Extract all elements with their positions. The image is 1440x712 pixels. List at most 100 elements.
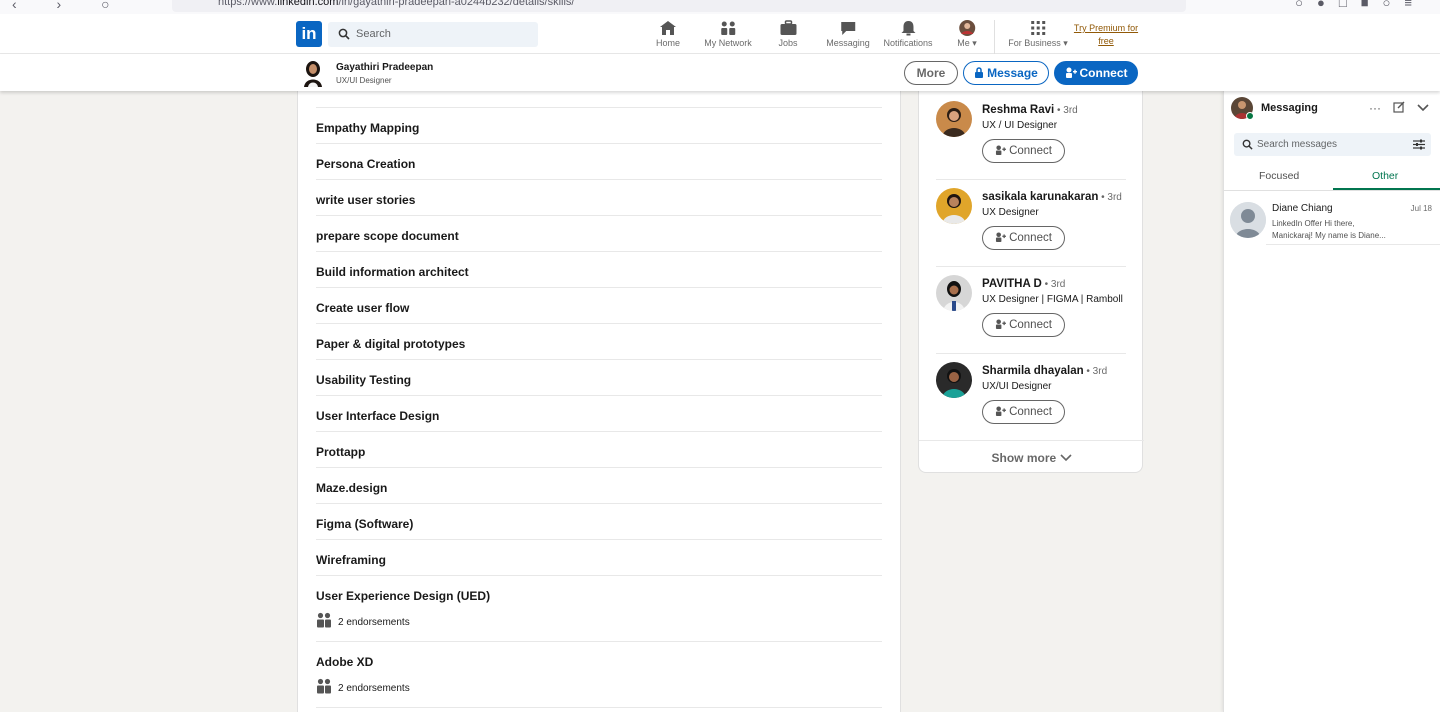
connection-degree: • 3rd bbox=[1054, 105, 1078, 116]
preview-line-1: LinkedIn Offer Hi there, bbox=[1272, 219, 1355, 228]
skill-row[interactable]: Maze.design bbox=[316, 468, 882, 504]
nav-jobs[interactable]: Jobs bbox=[778, 18, 798, 48]
people-icon bbox=[317, 678, 331, 694]
people-suggestions-card: Reshma Ravi • 3rd UX / UI Designer Conne… bbox=[918, 91, 1144, 473]
filter-icon[interactable] bbox=[1413, 139, 1425, 150]
skill-row[interactable]: Prottapp bbox=[316, 432, 882, 468]
nav-for-business[interactable]: For Business ▾ bbox=[1008, 18, 1068, 49]
nav-my-network[interactable]: My Network bbox=[704, 18, 752, 48]
skill-name: Prottapp bbox=[316, 445, 366, 459]
active-tab-indicator bbox=[1333, 188, 1440, 190]
nav-label-business: For Business bbox=[1008, 38, 1061, 48]
skill-name: prepare scope document bbox=[316, 229, 459, 243]
connect-button[interactable]: Connect bbox=[1054, 61, 1138, 85]
person-connect-button[interactable]: Connect bbox=[982, 400, 1065, 424]
show-more-label: Show more bbox=[991, 451, 1057, 465]
add-person-icon bbox=[996, 232, 1007, 242]
chevron-down-icon[interactable] bbox=[1417, 104, 1429, 112]
search-messages-input[interactable]: Search messages bbox=[1234, 133, 1431, 156]
add-person-icon bbox=[996, 145, 1007, 155]
endorsement-count[interactable]: 2 endorsements bbox=[316, 612, 410, 628]
skill-row[interactable]: write user stories bbox=[316, 180, 882, 216]
divider bbox=[936, 179, 1126, 180]
add-person-icon bbox=[1065, 67, 1077, 78]
search-icon bbox=[1242, 139, 1253, 150]
nav-messaging[interactable]: Messaging bbox=[826, 18, 870, 48]
nav-home[interactable]: Home bbox=[656, 18, 680, 48]
skill-name: Adobe XD bbox=[316, 655, 374, 669]
nav-label-me: Me bbox=[957, 38, 970, 48]
messaging-icon bbox=[841, 22, 855, 35]
url-path: /in/gayathiri-pradeepan-a0244b232/detail… bbox=[338, 0, 575, 8]
skill-row[interactable]: Wireframing bbox=[316, 540, 882, 576]
messaging-header[interactable]: Messaging ··· bbox=[1224, 91, 1440, 125]
messaging-tabs: Focused Other bbox=[1224, 165, 1440, 191]
profile-headline: UX/UI Designer bbox=[336, 76, 392, 85]
skill-row[interactable]: Persona Creation bbox=[316, 144, 882, 180]
skill-row[interactable]: Figma (Software) bbox=[316, 504, 882, 540]
person-name[interactable]: PAVITHA D • 3rd bbox=[982, 278, 1065, 290]
person-name[interactable]: sasikala karunakaran • 3rd bbox=[982, 191, 1122, 203]
skill-name: Empathy Mapping bbox=[316, 121, 420, 135]
linkedin-logo[interactable]: in bbox=[296, 21, 322, 47]
person-name[interactable]: Reshma Ravi • 3rd bbox=[982, 104, 1078, 116]
grid-icon bbox=[1031, 21, 1045, 35]
me-avatar-icon bbox=[958, 20, 975, 36]
tab-focused[interactable]: Focused bbox=[1259, 170, 1299, 182]
search-messages-placeholder: Search messages bbox=[1257, 139, 1338, 150]
skill-row[interactable]: Usability Testing bbox=[316, 360, 882, 396]
browser-nav-buttons[interactable]: ‹ › ○ bbox=[12, 0, 128, 12]
connection-degree: • 3rd bbox=[1041, 279, 1066, 290]
person-connect-button[interactable]: Connect bbox=[982, 226, 1065, 250]
search-input[interactable]: Search bbox=[328, 22, 538, 47]
browser-extension-icons[interactable]: ○●□■○≡ bbox=[1295, 0, 1426, 10]
person-name[interactable]: Sharmila dhayalan • 3rd bbox=[982, 365, 1107, 377]
conversation-item[interactable]: Diane Chiang Jul 18 LinkedIn Offer Hi th… bbox=[1224, 194, 1440, 245]
skill-name: Figma (Software) bbox=[316, 517, 414, 531]
show-more-button[interactable]: Show more bbox=[919, 440, 1144, 472]
premium-line-2: free bbox=[1098, 36, 1114, 46]
connect-label: Connect bbox=[1009, 406, 1052, 418]
skill-row[interactable]: Create user flow bbox=[316, 288, 882, 324]
more-button[interactable]: More bbox=[904, 61, 958, 85]
skill-name: User Interface Design bbox=[316, 409, 440, 423]
person-avatar[interactable] bbox=[936, 101, 972, 137]
compose-icon[interactable] bbox=[1393, 101, 1405, 113]
profile-name: Gayathiri Pradeepan bbox=[336, 62, 434, 73]
nav-notifications[interactable]: Notifications bbox=[883, 18, 933, 48]
person-connect-button[interactable]: Connect bbox=[982, 313, 1065, 337]
online-status-dot bbox=[1246, 112, 1254, 120]
message-button[interactable]: Message bbox=[963, 61, 1049, 85]
address-bar[interactable]: https://www.linkedin.com/in/gayathiri-pr… bbox=[172, 0, 1186, 12]
skill-row[interactable]: Empathy Mapping bbox=[316, 108, 882, 144]
tab-other[interactable]: Other bbox=[1372, 170, 1398, 182]
person-connect-button[interactable]: Connect bbox=[982, 139, 1065, 163]
more-options-icon[interactable]: ··· bbox=[1369, 101, 1381, 115]
person-headline: UX / UI Designer bbox=[982, 120, 1058, 131]
browser-toolbar: ‹ › ○ https://www.linkedin.com/in/gayath… bbox=[0, 0, 1440, 14]
person-name-text: Sharmila dhayalan bbox=[982, 365, 1084, 377]
message-label: Message bbox=[987, 66, 1038, 80]
nav-me[interactable]: Me ▾ bbox=[957, 18, 977, 49]
person-avatar[interactable] bbox=[936, 362, 972, 398]
search-placeholder: Search bbox=[356, 28, 391, 40]
person-avatar[interactable] bbox=[936, 188, 972, 224]
person-avatar[interactable] bbox=[936, 275, 972, 311]
try-premium-link[interactable]: Try Premium for free bbox=[1072, 22, 1140, 48]
add-person-icon bbox=[996, 406, 1007, 416]
person-headline: UX Designer | FIGMA | Ramboll bbox=[982, 294, 1123, 305]
nav-label-jobs: Jobs bbox=[778, 38, 798, 48]
home-icon bbox=[659, 21, 676, 35]
divider bbox=[936, 266, 1126, 267]
bell-icon bbox=[901, 21, 915, 36]
skill-row[interactable]: User Experience Design (UED) 2 endorseme… bbox=[316, 576, 882, 642]
skill-row[interactable]: prepare scope document bbox=[316, 216, 882, 252]
endorsement-count[interactable]: 2 endorsements bbox=[316, 678, 410, 694]
skill-row[interactable]: Adobe XD 2 endorsements bbox=[316, 642, 882, 708]
skill-row[interactable]: User Interface Design bbox=[316, 396, 882, 432]
connect-label: Connect bbox=[1009, 232, 1052, 244]
profile-avatar[interactable] bbox=[301, 59, 325, 87]
skill-row[interactable]: Build information architect bbox=[316, 252, 882, 288]
skill-row[interactable]: Paper & digital prototypes bbox=[316, 324, 882, 360]
skill-name: Paper & digital prototypes bbox=[316, 337, 466, 351]
